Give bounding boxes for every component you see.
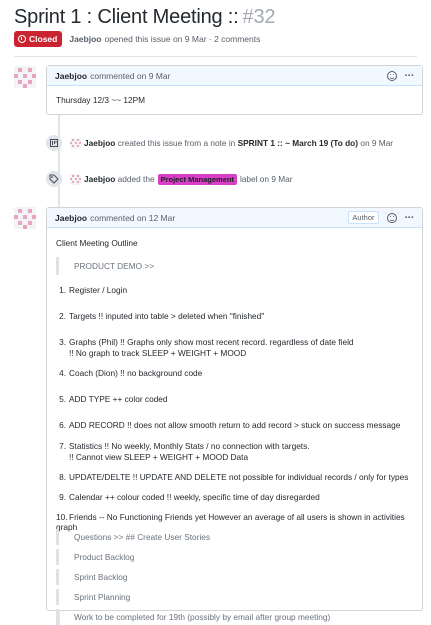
- event-author-link[interactable]: Jaebjoo: [84, 174, 115, 184]
- blockquote: Work to be completed for 19th (possibly …: [56, 609, 330, 625]
- header-divider: [14, 56, 417, 57]
- timeline-event-project: Jaebjoo created this issue from a note i…: [46, 135, 423, 151]
- comment-text: Thursday 12/3 ~~ 12PM: [56, 95, 146, 105]
- comment-header: Jaebjoo commented on 9 Mar ···: [47, 66, 422, 86]
- comment-header: Jaebjoo commented on 12 Mar Author ···: [47, 208, 422, 228]
- timeline-event-label: Jaebjoo added the Project Management lab…: [46, 171, 423, 187]
- comment-body: Client Meeting Outline PRODUCT DEMO >> 1…: [47, 228, 422, 625]
- comment-author-link[interactable]: Jaebjoo: [55, 213, 87, 223]
- status-label: Closed: [29, 34, 58, 44]
- list-item: 7. Statistics !! No weekly, Monthly Stats…: [59, 441, 310, 451]
- comment-body: Thursday 12/3 ~~ 12PM: [47, 86, 422, 105]
- issue-meta-text: opened this issue on 9 Mar · 2 comments: [104, 34, 261, 44]
- event-text: added the: [117, 174, 155, 184]
- blockquote: Sprint Backlog: [56, 569, 128, 585]
- project-icon: [46, 135, 62, 151]
- issue-title-row: Sprint 1 : Client Meeting :: #32: [14, 6, 423, 29]
- issue-number: #32: [242, 6, 276, 28]
- list-item-sub: !! Cannot view SLEEP + WEIGHT + MOOD Dat…: [69, 452, 249, 462]
- event-text: created this issue from a note in: [117, 138, 236, 148]
- list-item: 1. Register / Login: [59, 285, 128, 295]
- author-tag: Author: [348, 211, 379, 224]
- event-date[interactable]: on 9 Mar: [360, 138, 393, 148]
- add-reaction-icon[interactable]: [386, 212, 397, 223]
- list-item: 4. Coach (Dion) !! no background code: [59, 368, 203, 378]
- status-badge: Closed: [14, 31, 63, 47]
- event-author-link[interactable]: Jaebjoo: [84, 138, 115, 148]
- list-item-sub: !! No graph to track SLEEP + WEIGHT + MO…: [69, 348, 247, 358]
- comment-2: Jaebjoo commented on 12 Mar Author ··· C…: [46, 207, 423, 625]
- list-item: 6. ADD RECORD !! does not allow smooth re…: [59, 420, 401, 430]
- comment-date-link[interactable]: commented on 9 Mar: [90, 71, 170, 81]
- comment-1: Jaebjoo commented on 9 Mar ··· Thursday …: [46, 65, 423, 115]
- more-options-icon[interactable]: ···: [405, 212, 415, 223]
- closed-issue-icon: [18, 35, 26, 43]
- tag-icon: [46, 171, 62, 187]
- list-item: 9. Calendar ++ colour coded !! weekly, sp…: [59, 492, 320, 502]
- issue-author-link[interactable]: Jaebjoo: [69, 34, 101, 44]
- avatar[interactable]: [70, 137, 81, 149]
- project-column: (To do): [330, 138, 359, 148]
- event-text-suffix: label on 9 Mar: [239, 174, 293, 184]
- project-link[interactable]: SPRINT 1 :: ~ March 19: [238, 138, 329, 148]
- comment-date-link[interactable]: commented on 12 Mar: [90, 213, 175, 223]
- blockquote: PRODUCT DEMO >>: [56, 257, 154, 275]
- blockquote: Product Backlog: [56, 549, 134, 565]
- avatar[interactable]: [70, 173, 81, 185]
- issue-meta: Closed Jaebjoo opened this issue on 9 Ma…: [14, 31, 260, 47]
- list-item: 3. Graphs (Phil) !! Graphs only show most…: [59, 337, 354, 347]
- list-item: 8. UPDATE/DELTE !! UPDATE AND DELETE not …: [59, 472, 409, 482]
- comment-author-link[interactable]: Jaebjoo: [55, 71, 87, 81]
- blockquote: Sprint Planning: [56, 589, 130, 605]
- label-badge[interactable]: Project Management: [157, 173, 237, 185]
- avatar[interactable]: [14, 207, 36, 229]
- add-reaction-icon[interactable]: [386, 70, 397, 81]
- avatar[interactable]: [14, 66, 36, 88]
- list-item: 2. Targets !! inputed into table > delete…: [59, 311, 265, 321]
- more-options-icon[interactable]: ···: [405, 70, 415, 81]
- list-item: 5. ADD TYPE ++ color coded: [59, 394, 168, 404]
- blockquote: Questions >> ## Create User Stories: [56, 529, 210, 545]
- issue-title: Sprint 1 : Client Meeting ::: [14, 6, 239, 28]
- comment-heading: Client Meeting Outline: [56, 238, 138, 248]
